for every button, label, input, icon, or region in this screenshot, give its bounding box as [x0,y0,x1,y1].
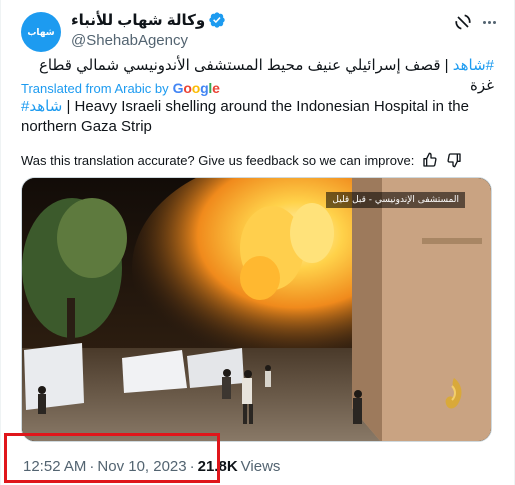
video-caption: المستشفى الإندونيسي - قبل قليل [326,192,465,208]
thumbs-down-icon[interactable] [446,152,462,168]
al-jazeera-logo [445,378,462,409]
tweet-text-translated: #شاهد | Heavy Israeli shelling around th… [21,97,496,137]
video-frame [22,178,491,441]
translation-feedback: Was this translation accurate? Give us f… [21,152,462,168]
highlight-annotation-box [4,433,220,483]
translation-attribution: Translated from Arabic by Google [21,80,220,96]
google-logo: Google [172,80,220,96]
tweet-body-english: | Heavy Israeli shelling around the Indo… [21,98,469,135]
more-icon[interactable] [479,12,499,32]
translated-from-label: Translated from Arabic by [21,80,169,96]
tweet-card: شهاب وكالة شهاب للأنباء @ShehabAgency #ش… [0,0,515,485]
avatar[interactable]: شهاب [21,12,61,52]
verified-badge-icon [209,12,225,28]
hashtag-link[interactable]: #شاهد [453,57,494,74]
views-label: Views [240,458,281,475]
author-display-name[interactable]: وكالة شهاب للأنباء [71,11,205,29]
hashtag-link-translated[interactable]: #شاهد [21,98,62,115]
tweet-video[interactable]: المستشفى الإندونيسي - قبل قليل [21,177,492,442]
avatar-logo-text: شهاب [27,26,55,37]
author-name-row[interactable]: وكالة شهاب للأنباء [71,11,226,29]
feedback-prompt: Was this translation accurate? Give us f… [21,152,415,168]
grok-icon[interactable] [453,12,473,32]
author-handle[interactable]: @ShehabAgency [71,32,188,49]
thumbs-up-icon[interactable] [422,152,438,168]
